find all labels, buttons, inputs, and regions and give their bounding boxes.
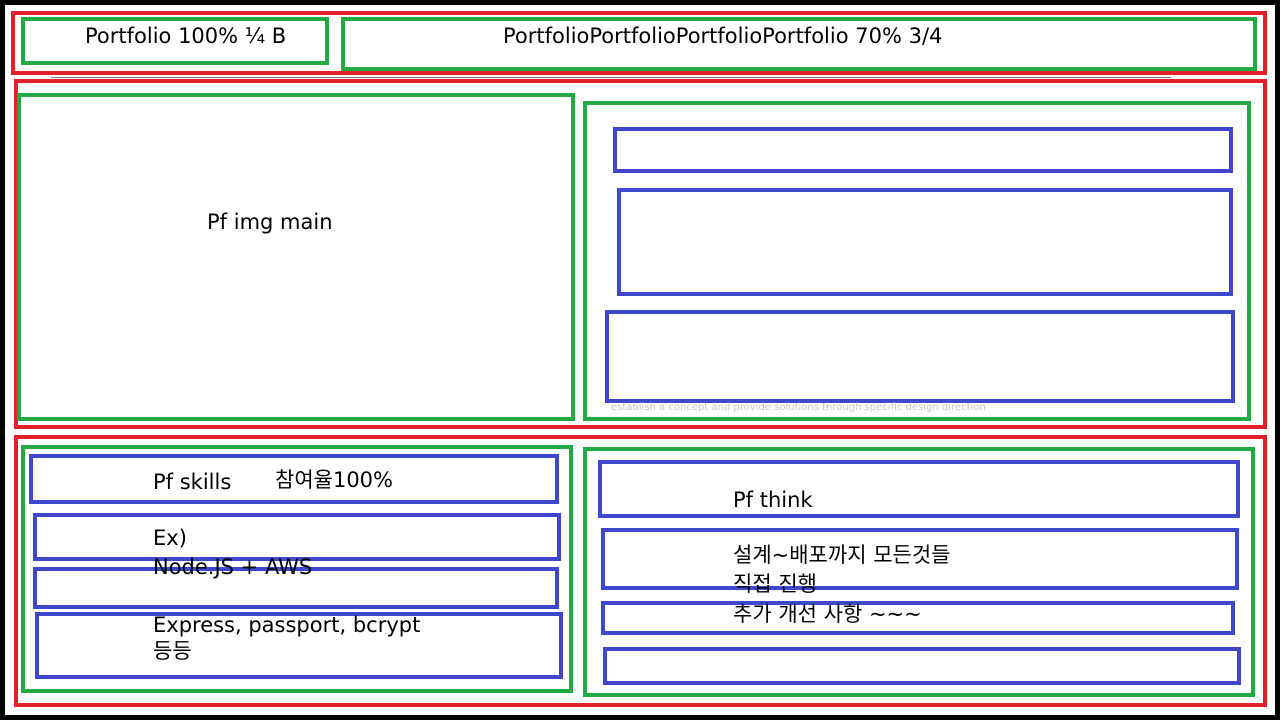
main-info-item-1	[613, 127, 1233, 173]
skills-example-heading: Ex)	[153, 526, 187, 550]
think-item-4	[603, 647, 1241, 685]
think-line-2: 직접 진행	[733, 572, 817, 596]
skills-etc-line: 등등	[153, 639, 192, 663]
think-title: Pf think	[733, 488, 813, 512]
header-left-label: Portfolio 100% ¼ B	[85, 24, 287, 48]
main-image-block	[17, 93, 575, 421]
main-info-item-3	[605, 310, 1235, 403]
main-info-item-2	[617, 188, 1233, 296]
skills-participation: 참여율100%	[275, 468, 393, 492]
think-item-1	[598, 460, 1240, 518]
think-line-1: 설계~배포까지 모든것들	[733, 543, 951, 567]
header-right-label: PortfolioPortfolioPortfolioPortfolio 70%…	[503, 24, 943, 48]
header-divider	[51, 77, 1171, 78]
main-image-label: Pf img main	[207, 210, 333, 234]
skills-title: Pf skills	[153, 470, 232, 494]
skills-libs-line: Express, passport, bcrypt	[153, 613, 421, 637]
think-line-3: 추가 개선 사항 ~~~	[733, 602, 922, 626]
wireframe-canvas: Portfolio 100% ¼ B PortfolioPortfolioPor…	[0, 0, 1280, 720]
main-faint-caption: establish a concept and provide solution…	[611, 402, 986, 413]
skills-stack-line: Node.JS + AWS	[153, 555, 313, 579]
